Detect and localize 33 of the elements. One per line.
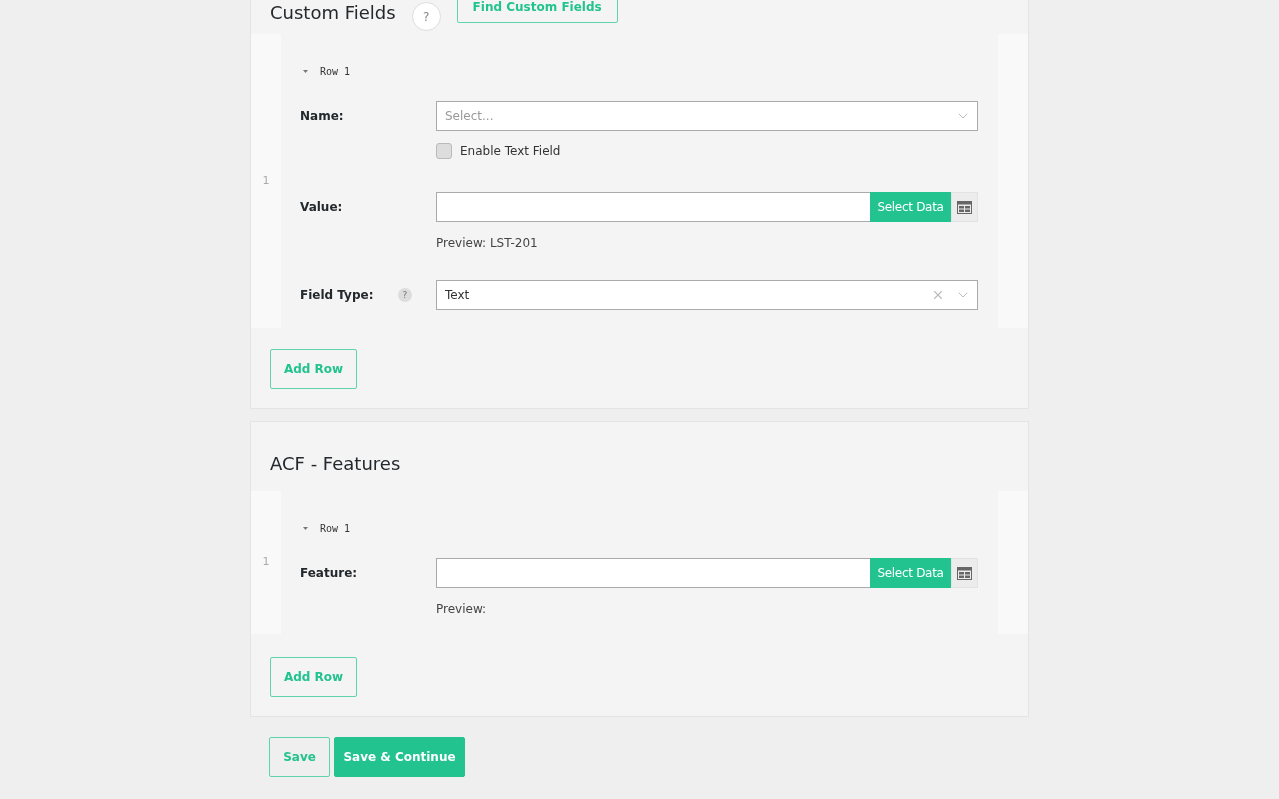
row-number: 1 bbox=[262, 172, 270, 189]
table-button[interactable] bbox=[951, 192, 978, 222]
add-row-button[interactable]: Add Row bbox=[270, 657, 357, 697]
preview-text: Preview: LST-201 bbox=[436, 236, 538, 250]
save-button[interactable]: Save bbox=[269, 737, 330, 777]
text-input[interactable] bbox=[436, 558, 870, 588]
triangle-icon[interactable] bbox=[303, 68, 308, 74]
row-title[interactable]: Row 1 bbox=[320, 63, 351, 79]
row-number: 1 bbox=[262, 554, 270, 571]
select-field[interactable]: Text bbox=[436, 280, 978, 310]
checkbox[interactable] bbox=[436, 143, 452, 159]
field-label: Name: bbox=[300, 108, 344, 125]
table-button[interactable] bbox=[951, 558, 978, 588]
row-title[interactable]: Row 1 bbox=[320, 520, 351, 536]
add-row-button[interactable]: Add Row bbox=[270, 349, 357, 389]
field-label: Value: bbox=[300, 199, 343, 216]
select-field[interactable]: Select... bbox=[436, 101, 978, 131]
save-continue-button[interactable]: Save & Continue bbox=[334, 737, 465, 777]
section-title: Custom Fields bbox=[270, 2, 396, 24]
field-label: Feature: bbox=[300, 565, 358, 582]
help-icon[interactable]: ? bbox=[411, 2, 441, 31]
checkbox-label: Enable Text Field bbox=[460, 143, 561, 160]
table-icon bbox=[957, 200, 972, 214]
section-title: ACF - Features bbox=[270, 451, 401, 476]
select-data-button[interactable]: Select Data bbox=[870, 558, 951, 588]
triangle-icon[interactable] bbox=[303, 525, 308, 531]
table-icon bbox=[957, 566, 972, 580]
text-input[interactable] bbox=[436, 192, 870, 222]
preview-text: Preview: bbox=[436, 602, 487, 616]
field-label: Field Type: bbox=[300, 287, 374, 304]
select-data-button[interactable]: Select Data bbox=[870, 192, 951, 222]
help-icon[interactable]: ? bbox=[398, 288, 412, 302]
find-custom-fields-button[interactable]: Find Custom Fields bbox=[456, 0, 618, 23]
